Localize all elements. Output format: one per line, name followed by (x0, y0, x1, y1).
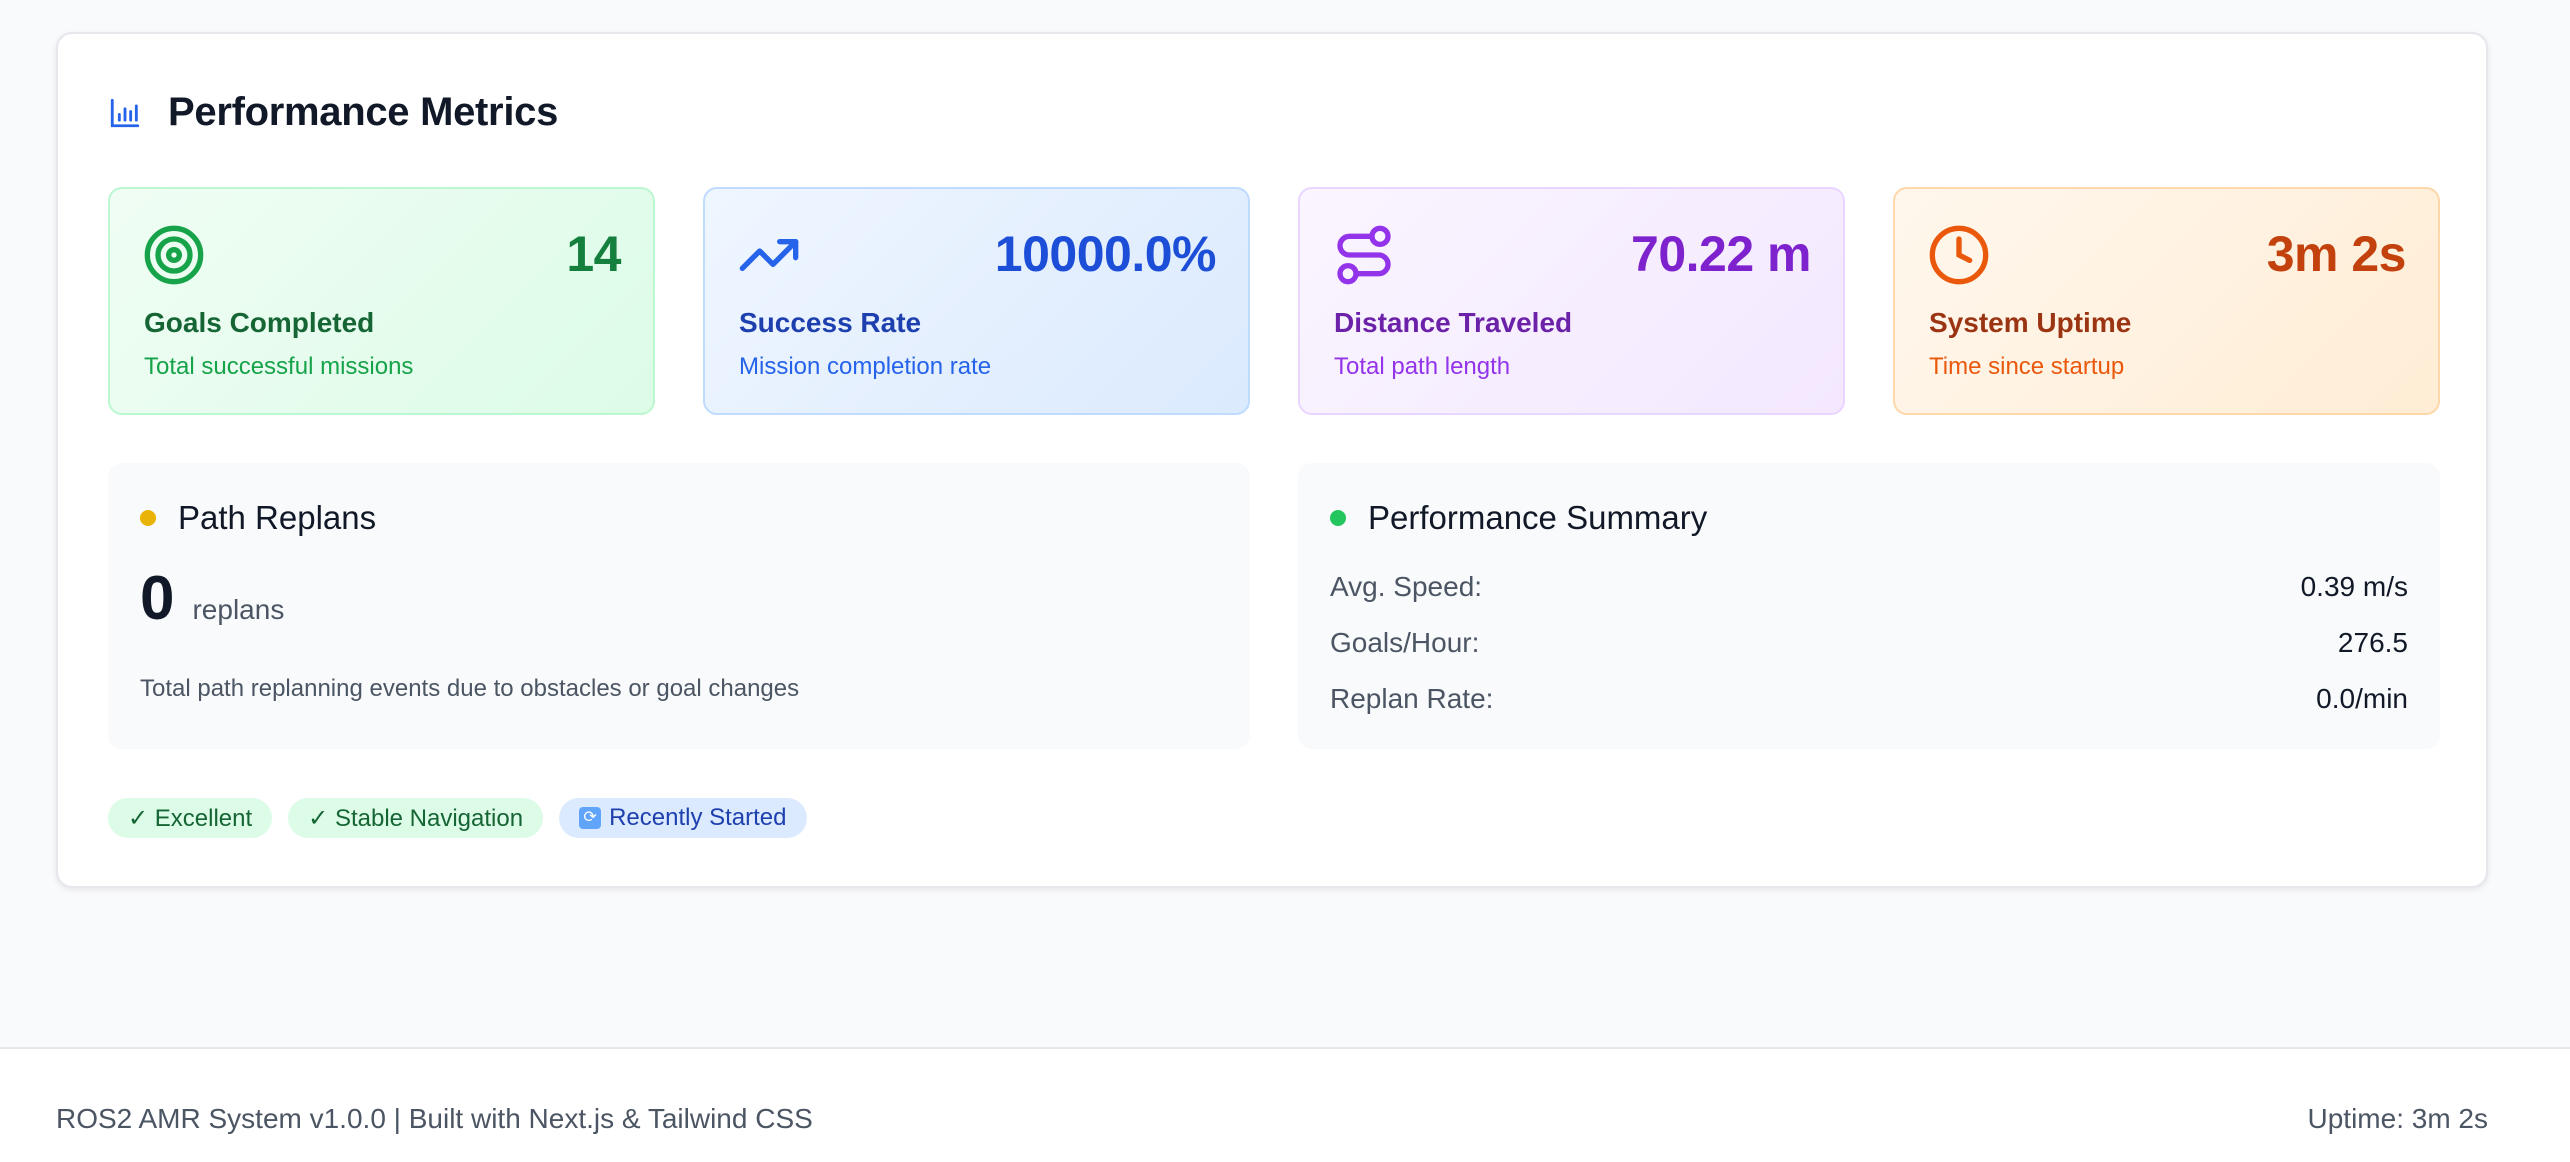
metric-subtitle: Total successful missions (144, 353, 414, 380)
status-dot (140, 510, 156, 526)
performance-metrics-card: Performance Metrics 14 Goals Completed T… (56, 32, 2488, 888)
refresh-icon: ⟳ (579, 807, 602, 829)
bar-chart-icon (110, 98, 140, 127)
summary-value: 0.39 m/s (2300, 571, 2408, 602)
badge-excellent: ✓ Excellent (108, 798, 273, 838)
summary-row-replan-rate: Replan Rate: 0.0/min (1330, 683, 2408, 715)
summary-value: 0.0/min (2316, 683, 2408, 714)
metric-subtitle: Total path length (1334, 353, 1511, 380)
path-replans-panel: Path Replans 0 replans Total path replan… (108, 463, 1250, 749)
summary-label: Goals/Hour: (1330, 627, 1480, 658)
metric-card-success-rate: 10000.0% Success Rate Mission completion… (703, 187, 1250, 415)
metric-label: Distance Traveled (1334, 307, 1573, 338)
replans-count-row: 0 replans (140, 563, 284, 634)
status-dot (1330, 510, 1346, 526)
card-header: Performance Metrics (108, 90, 558, 135)
replans-count: 0 (140, 564, 175, 633)
metric-card-distance: 70.22 m Distance Traveled Total path len… (1298, 187, 1845, 415)
metric-value: 10000.0% (994, 226, 1217, 282)
metric-value: 14 (566, 226, 621, 282)
metric-card-uptime: 3m 2s System Uptime Time since startup (1893, 187, 2440, 415)
metric-card-goals: 14 Goals Completed Total successful miss… (108, 187, 655, 415)
panel-title: Path Replans (178, 499, 377, 536)
clock-icon (1929, 225, 1989, 285)
footer-uptime: Uptime: 3m 2s (2307, 1103, 2489, 1134)
summary-row-speed: Avg. Speed: 0.39 m/s (1330, 571, 2408, 603)
summary-value: 276.5 (2337, 627, 2408, 658)
metric-label: Goals Completed (144, 307, 375, 338)
target-icon (144, 225, 204, 285)
panel-header: Performance Summary (1330, 499, 1707, 537)
metric-label: Success Rate (739, 307, 922, 338)
metric-value: 3m 2s (2266, 226, 2407, 282)
metric-label: System Uptime (1929, 307, 2132, 338)
replans-unit: replans (192, 594, 285, 625)
footer: ROS2 AMR System v1.0.0 | Built with Next… (0, 1047, 2570, 1162)
metric-value: 70.22 m (1631, 226, 1811, 282)
replans-description: Total path replanning events due to obst… (140, 675, 800, 702)
summary-label: Avg. Speed: (1330, 571, 1483, 602)
badge-stable-navigation: ✓ Stable Navigation (288, 798, 544, 838)
summary-row-goals-hour: Goals/Hour: 276.5 (1330, 627, 2408, 659)
badge-label: Recently Started (609, 804, 787, 831)
metric-subtitle: Mission completion rate (739, 353, 992, 380)
panel-header: Path Replans (140, 499, 376, 537)
route-icon (1337, 225, 1391, 285)
badge-recently-started: ⟳ Recently Started (559, 798, 807, 838)
performance-summary-panel: Performance Summary Avg. Speed: 0.39 m/s… (1298, 463, 2440, 749)
summary-label: Replan Rate: (1330, 683, 1494, 714)
trending-up-icon (739, 239, 799, 271)
metric-subtitle: Time since startup (1929, 353, 2125, 380)
page-title: Performance Metrics (168, 90, 559, 134)
panel-title: Performance Summary (1368, 499, 1708, 536)
footer-credits: ROS2 AMR System v1.0.0 | Built with Next… (56, 1103, 813, 1134)
status-badges: ✓ Excellent ✓ Stable Navigation ⟳ Recent… (108, 798, 807, 838)
